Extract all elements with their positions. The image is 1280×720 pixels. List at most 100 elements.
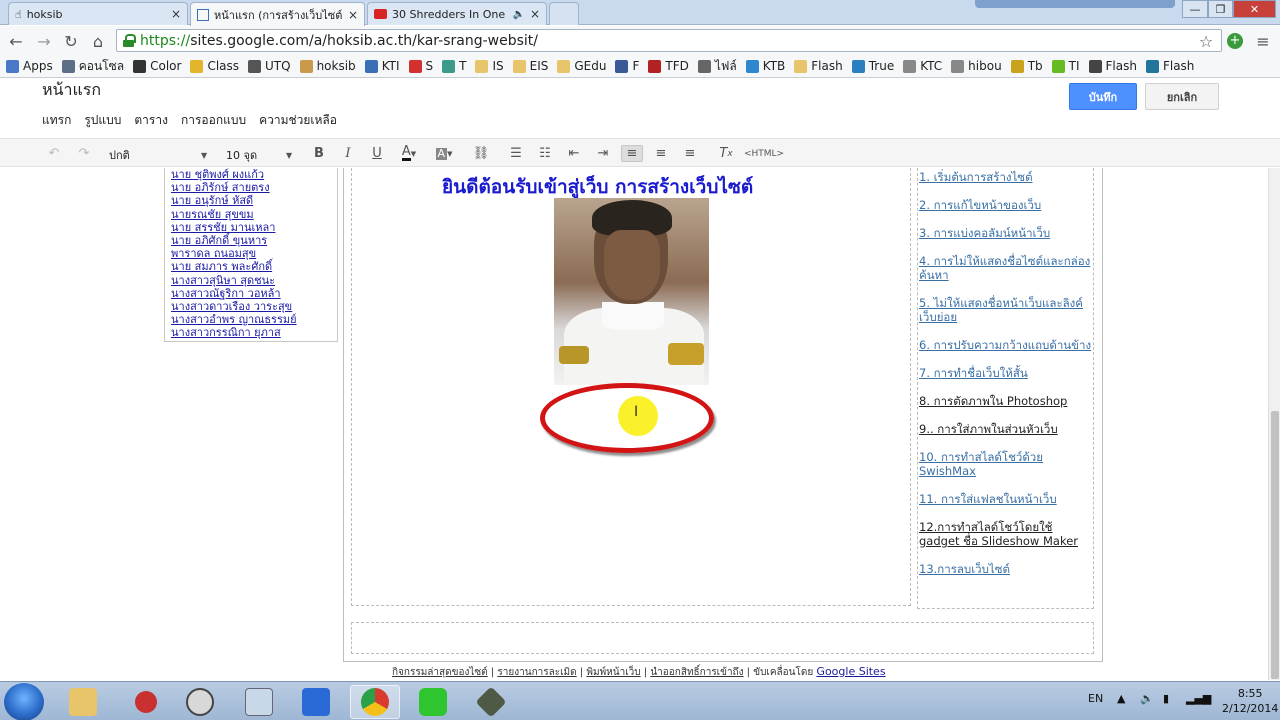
bookmark-item[interactable]: KTB bbox=[745, 59, 785, 73]
align-left-icon[interactable]: ≡ bbox=[621, 145, 643, 162]
lesson-link[interactable]: 7. การทำชื่อเว็บให้สั้น bbox=[919, 366, 1093, 380]
bookmark-item[interactable]: UTQ bbox=[248, 59, 291, 73]
bookmark-item[interactable]: TFD bbox=[648, 59, 689, 73]
text-color-icon[interactable]: A ▼ bbox=[397, 145, 421, 162]
star-icon[interactable]: ☆ bbox=[1196, 31, 1216, 51]
recent-activity-link[interactable]: กิจกรรมล่าสุดของไซต์ bbox=[392, 667, 488, 678]
restore-button[interactable]: ❐ bbox=[1208, 0, 1233, 18]
line-app[interactable] bbox=[408, 685, 458, 719]
bookmark-item[interactable]: hoksib bbox=[299, 59, 356, 73]
lesson-link[interactable]: 13.การลบเว็บไซต์ bbox=[919, 562, 1093, 576]
explorer-app[interactable] bbox=[58, 685, 108, 719]
bookmark-item[interactable]: Color bbox=[133, 59, 181, 73]
highlight-color-icon[interactable]: A ▼ bbox=[433, 145, 455, 162]
lesson-link[interactable]: 11. การใส่แฟลชในหน้าเว็บ bbox=[919, 492, 1093, 506]
member-link[interactable]: นางสาวสุนิษา สุดชนะ bbox=[171, 274, 337, 287]
pinned-app[interactable] bbox=[121, 685, 171, 719]
menu-help[interactable]: ความช่วยเหลือ bbox=[259, 111, 337, 130]
bookmark-item[interactable]: T bbox=[442, 59, 466, 73]
back-icon[interactable]: ← bbox=[6, 31, 26, 51]
lesson-link[interactable]: 4. การไม่ให้แสดงชื่อไซต์และกล่องค้นหา bbox=[919, 254, 1093, 282]
address-bar[interactable]: https://sites.google.com/a/hoksib.ac.th/… bbox=[116, 29, 1222, 52]
bookmark-item[interactable]: True bbox=[851, 59, 894, 73]
bookmark-item[interactable]: Flash bbox=[1145, 59, 1194, 73]
member-link[interactable]: นาย สมภาร พละศักดิ์ bbox=[171, 260, 337, 273]
member-link[interactable]: นางสาวดาวเรือง วาระสุข bbox=[171, 300, 337, 313]
align-right-icon[interactable]: ≡ bbox=[682, 145, 698, 162]
member-link[interactable]: นายรณชัย สุขขม bbox=[171, 208, 337, 221]
signal-icon[interactable]: ▂▄▆ bbox=[1186, 692, 1211, 705]
member-link[interactable]: นางสาวอำพร ญาณธรรมย์ bbox=[171, 313, 337, 326]
lesson-link[interactable]: 10. การทำสไลด์โชว์ด้วย SwishMax bbox=[919, 450, 1093, 478]
menu-insert[interactable]: แทรก bbox=[42, 111, 71, 130]
menu-table[interactable]: ตาราง bbox=[134, 111, 168, 130]
member-link[interactable]: นางสาวกรรณิกา ยุภาส bbox=[171, 326, 337, 339]
member-link[interactable]: นาย อนุรักษ์ หัสดี bbox=[171, 194, 337, 207]
bulleted-list-icon[interactable]: ☷ bbox=[537, 145, 553, 162]
bookmark-item[interactable]: hibou bbox=[951, 59, 1002, 73]
redo-icon[interactable]: ↷ bbox=[76, 145, 92, 162]
chrome-app[interactable] bbox=[350, 685, 400, 719]
lesson-link[interactable]: 3. การแบ่งคอลัมน์หน้าเว็บ bbox=[919, 226, 1093, 240]
indent-icon[interactable]: ⇥ bbox=[595, 145, 611, 162]
close-icon[interactable]: × bbox=[348, 8, 358, 22]
tab-hoksib[interactable]: ☝ hoksib × bbox=[8, 2, 188, 25]
close-window-button[interactable]: ✕ bbox=[1233, 0, 1276, 18]
tab-youtube[interactable]: 30 Shredders In One Sc 🔈 × bbox=[367, 2, 547, 25]
language-indicator[interactable]: EN bbox=[1088, 692, 1103, 705]
bookmark-item[interactable]: คอนโซล bbox=[61, 57, 124, 76]
outdent-icon[interactable]: ⇤ bbox=[566, 145, 582, 162]
bookmark-item[interactable]: Flash bbox=[794, 59, 843, 73]
clear-format-icon[interactable]: Tx bbox=[717, 145, 735, 162]
menu-layout[interactable]: การออกแบบ bbox=[181, 111, 246, 130]
report-abuse-link[interactable]: รายงานการละเมิด bbox=[497, 667, 576, 678]
bold-icon[interactable]: B bbox=[312, 145, 326, 162]
member-link[interactable]: นางสาวณัฐริกา วอหล้า bbox=[171, 287, 337, 300]
google-sites-link[interactable]: Google Sites bbox=[816, 665, 885, 678]
bookmark-item[interactable]: Tb bbox=[1010, 59, 1043, 73]
minimize-button[interactable]: — bbox=[1182, 0, 1208, 18]
show-hidden-icons[interactable]: ▲ bbox=[1117, 692, 1125, 705]
remove-access-link[interactable]: นำออกสิทธิ์การเข้าถึง bbox=[650, 667, 743, 678]
forward-icon[interactable]: → bbox=[34, 31, 54, 51]
page-scrollbar[interactable] bbox=[1268, 168, 1280, 680]
html-button[interactable]: <HTML> bbox=[744, 145, 784, 162]
close-icon[interactable]: × bbox=[530, 7, 540, 21]
style-select[interactable]: ปกติ ▼ bbox=[109, 146, 209, 164]
bookmark-item[interactable]: Class bbox=[190, 59, 239, 73]
lesson-link[interactable]: 5. ไม่ให้แสดงชื่อหน้าเว็บและลิงค์เว็บย่อ… bbox=[919, 296, 1093, 324]
bookmark-item[interactable]: S bbox=[408, 59, 433, 73]
italic-icon[interactable]: I bbox=[341, 145, 355, 162]
bookmark-item[interactable]: Flash bbox=[1088, 59, 1137, 73]
size-select[interactable]: 10 จุด ▼ bbox=[226, 146, 296, 164]
bookmark-item[interactable]: IS bbox=[475, 59, 504, 73]
link-icon[interactable]: ⛓ bbox=[472, 145, 490, 162]
member-link[interactable]: นาย อภิศักดิ์ ขุนหาร bbox=[171, 234, 337, 247]
blue-app[interactable] bbox=[291, 685, 341, 719]
reload-icon[interactable]: ↻ bbox=[61, 31, 81, 51]
member-link[interactable]: นาย อภิรักษ์ สายตรง bbox=[171, 181, 337, 194]
scrollbar-thumb[interactable] bbox=[1271, 411, 1279, 679]
bookmark-item[interactable]: EIS bbox=[512, 59, 548, 73]
tab-home-page[interactable]: หน้าแรก (การสร้างเว็บไซต์) × bbox=[190, 2, 365, 26]
network-icon[interactable]: ▮ bbox=[1163, 692, 1169, 705]
portrait-photo[interactable] bbox=[554, 198, 709, 385]
print-page-link[interactable]: พิมพ์หน้าเว็บ bbox=[586, 667, 640, 678]
new-tab-button[interactable] bbox=[549, 2, 579, 25]
close-icon[interactable]: × bbox=[171, 7, 181, 21]
numbered-list-icon[interactable]: ☰ bbox=[508, 145, 524, 162]
system-clock[interactable]: 8:55 2/12/2014 bbox=[1222, 686, 1278, 716]
footer-region[interactable] bbox=[351, 622, 1094, 654]
bookmark-item[interactable]: TI bbox=[1051, 59, 1080, 73]
lesson-link[interactable]: 8. การตัดภาพใน Photoshop bbox=[919, 394, 1093, 408]
cancel-button[interactable]: ยกเลิก bbox=[1145, 83, 1219, 110]
undo-icon[interactable]: ↶ bbox=[46, 145, 62, 162]
lesson-link[interactable]: 1. เริ่มต้นการสร้างไซต์ bbox=[919, 170, 1093, 184]
menu-format[interactable]: รูปแบบ bbox=[84, 111, 121, 130]
clock-app[interactable] bbox=[175, 685, 225, 719]
lesson-link[interactable]: 6. การปรับความกว้างแถบด้านข้าง bbox=[919, 338, 1093, 352]
profile-badge[interactable] bbox=[975, 0, 1175, 8]
underline-icon[interactable]: U bbox=[370, 145, 384, 162]
bookmark-item[interactable]: GEdu bbox=[557, 59, 606, 73]
lesson-link[interactable]: 12.การทำสไลด์โชว์โดยใช้ gadget ชื่อ Slid… bbox=[919, 520, 1093, 548]
